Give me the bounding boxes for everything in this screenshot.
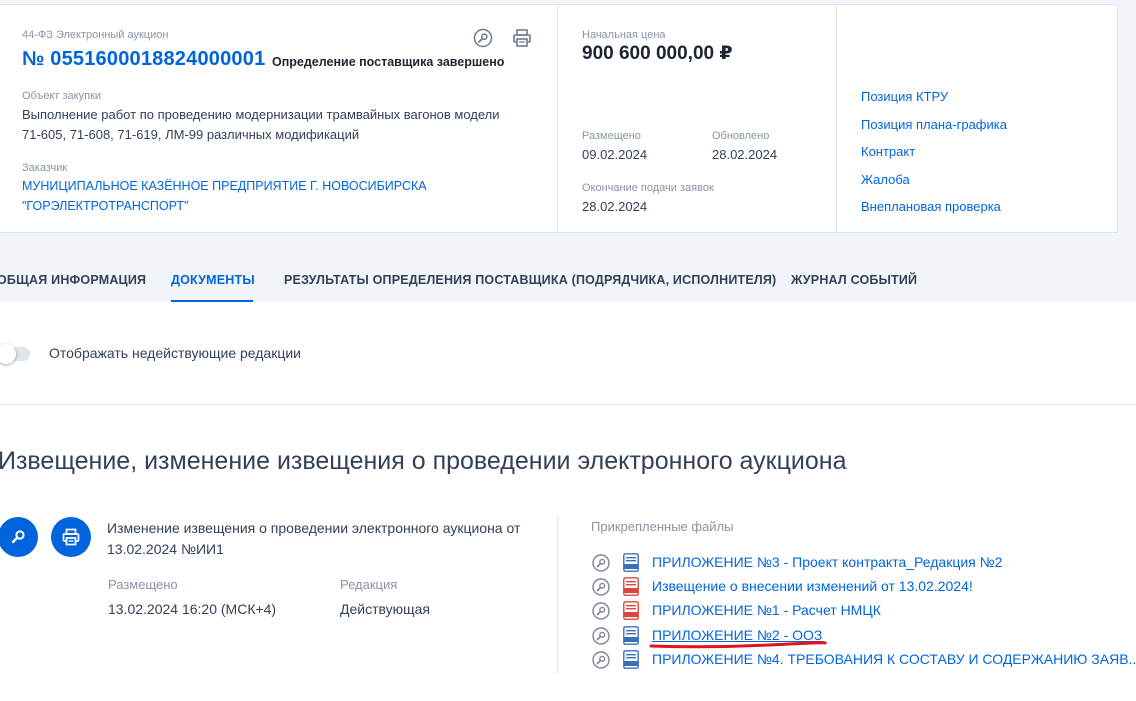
toggle-label: Отображать недействующие редакции	[49, 345, 302, 361]
column-divider	[557, 516, 558, 674]
search-icon[interactable]	[592, 602, 610, 620]
price-value: 900 600 000,00 ₽	[582, 43, 733, 64]
red-underline-annotation	[649, 641, 827, 649]
tab-general-info[interactable]: ОБЩАЯ ИНФОРМАЦИЯ	[0, 273, 146, 287]
search-icon[interactable]	[592, 554, 610, 572]
law-label: 44-ФЗ Электронный аукцион	[22, 29, 169, 41]
search-icon[interactable]	[472, 27, 494, 49]
plan-schedule-link[interactable]: Позиция плана-графика	[861, 117, 1007, 132]
deadline-label: Окончание подачи заявок	[582, 182, 714, 194]
file-row: ПРИЛОЖЕНИЕ №1 - Расчет НМЦК	[592, 601, 1132, 621]
file-link[interactable]: ПРИЛОЖЕНИЕ №4. ТРЕБОВАНИЯ К СОСТАВУ И СО…	[652, 651, 1136, 667]
search-icon[interactable]	[592, 651, 610, 669]
search-icon[interactable]	[592, 627, 610, 645]
docx-file-icon	[623, 553, 639, 572]
show-inactive-toggle[interactable]	[0, 344, 30, 364]
tab-supplier-results[interactable]: РЕЗУЛЬТАТЫ ОПРЕДЕЛЕНИЯ ПОСТАВЩИКА (ПОДРЯ…	[284, 273, 776, 287]
inspection-link[interactable]: Внеплановая проверка	[861, 199, 1001, 214]
file-row: Извещение о внесении изменений от 13.02.…	[592, 577, 1132, 597]
object-text: Выполнение работ по проведению модерниза…	[22, 107, 500, 122]
complaint-link[interactable]: Жалоба	[861, 172, 910, 187]
contract-link[interactable]: Контракт	[861, 144, 915, 159]
object-text: 71-605, 71-608, 71-619, ЛМ-99 различных …	[22, 127, 360, 142]
object-label: Объект закупки	[22, 90, 102, 102]
pdf-file-icon	[623, 601, 639, 620]
docx-file-icon	[623, 650, 639, 669]
print-icon[interactable]	[511, 27, 533, 49]
file-row: ПРИЛОЖЕНИЕ №4. ТРЕБОВАНИЯ К СОСТАВУ И СО…	[592, 650, 1136, 670]
updated-date: 28.02.2024	[712, 147, 778, 162]
search-icon[interactable]	[592, 578, 610, 596]
pdf-file-icon	[623, 577, 639, 596]
tab-event-log[interactable]: ЖУРНАЛ СОБЫТИЙ	[791, 273, 917, 287]
customer-link[interactable]: МУНИЦИПАЛЬНОЕ КАЗЁННОЕ ПРЕДПРИЯТИЕ Г. НО…	[22, 179, 427, 193]
edition-value: Действующая	[340, 601, 431, 617]
section-title: Извещение, изменение извещения о проведе…	[0, 447, 847, 475]
doc-placed-label: Размещено	[108, 577, 178, 592]
tab-documents[interactable]: ДОКУМЕНТЫ	[171, 273, 255, 287]
docx-file-icon	[623, 626, 639, 645]
price-label: Начальная цена	[582, 29, 666, 41]
status-text: Определение поставщика завершено	[272, 55, 505, 69]
placed-date: 09.02.2024	[582, 147, 648, 162]
card-divider	[557, 4, 558, 233]
print-document-button[interactable]	[51, 517, 91, 557]
search-icon	[11, 530, 25, 544]
doc-placed-value: 13.02.2024 16:20 (МСК+4)	[108, 601, 277, 617]
deadline-date: 28.02.2024	[582, 199, 648, 214]
customer-link[interactable]: "ГОРЭЛЕКТРОТРАНСПОРТ"	[22, 199, 188, 213]
print-icon	[62, 528, 80, 546]
document-title: Изменение извещения о проведении электро…	[107, 520, 521, 557]
placed-label: Размещено	[582, 130, 641, 142]
edition-label: Редакция	[340, 577, 398, 592]
customer-label: Заказчик	[22, 162, 68, 174]
notice-number-link[interactable]: № 0551600018824000001	[22, 48, 265, 71]
file-row: ПРИЛОЖЕНИЕ №3 - Проект контракта_Редакци…	[592, 553, 1132, 573]
file-link[interactable]: Извещение о внесении изменений от 13.02.…	[652, 578, 973, 594]
file-link[interactable]: ПРИЛОЖЕНИЕ №1 - Расчет НМЦК	[652, 602, 881, 618]
attached-files-label: Прикрепленные файлы	[591, 519, 734, 534]
card-divider	[836, 4, 837, 233]
file-link[interactable]: ПРИЛОЖЕНИЕ №3 - Проект контракта_Редакци…	[652, 554, 1002, 570]
tab-bar: ОБЩАЯ ИНФОРМАЦИЯ ДОКУМЕНТЫ РЕЗУЛЬТАТЫ ОП…	[0, 262, 1136, 302]
divider	[0, 404, 1136, 405]
ktru-link[interactable]: Позиция КТРУ	[861, 89, 948, 104]
updated-label: Обновлено	[712, 130, 770, 142]
